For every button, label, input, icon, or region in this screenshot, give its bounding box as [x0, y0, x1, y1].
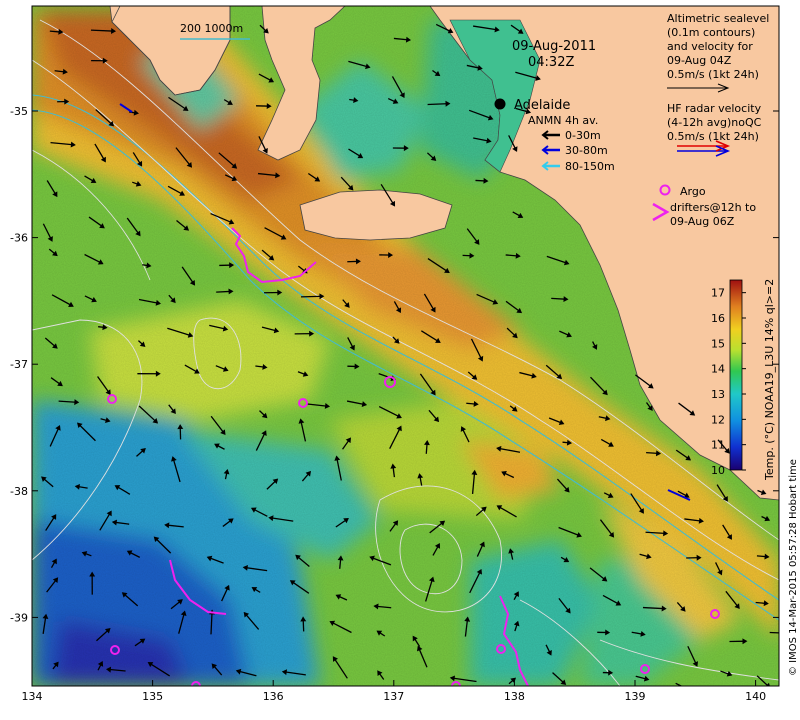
colorbar-tick-label: 17	[711, 287, 725, 300]
anmn-label-80-150m: 80-150m	[565, 160, 615, 173]
y-tick-label: -37	[10, 358, 28, 371]
colorbar-tick-label: 16	[711, 312, 725, 325]
imos-credit: © IMOS 14-Mar-2015 05:57:28 Hobart time	[788, 459, 799, 676]
argo-legend-line-2: drifters@12h to	[670, 201, 756, 214]
altimetric-line-1: Altimetric sealevel	[667, 12, 769, 25]
x-tick-label: 139	[625, 690, 646, 703]
x-tick-label: 140	[745, 690, 766, 703]
adelaide-marker	[494, 98, 506, 110]
colorbar-tick-label: 15	[711, 337, 725, 350]
sea-surface-temperature-map: Adelaide 09-Aug-2011 04:32Z 200 1000m Al…	[10, 5, 799, 703]
altimetric-line-2: (0.1m contours)	[667, 26, 755, 39]
x-tick-label: 134	[22, 690, 43, 703]
altimetric-line-4: 09-Aug 04Z	[667, 54, 732, 67]
altimetric-line-3: and velocity for	[667, 40, 753, 53]
velocity-arrow-head	[691, 690, 694, 693]
isobath-scale-label: 200 1000m	[180, 22, 243, 35]
colorbar-tick-label: 14	[711, 363, 725, 376]
adelaide-label: Adelaide	[514, 98, 570, 113]
argo-legend-line-3: 09-Aug 06Z	[670, 215, 735, 228]
x-tick-label: 138	[504, 690, 525, 703]
y-tick-label: -38	[10, 485, 28, 498]
x-tick-label: 136	[263, 690, 284, 703]
argo-legend-line-1: Argo	[680, 185, 706, 198]
colorbar-title: Temp. (°C) NOAA19_L3U 14% ql>=2	[763, 279, 776, 481]
y-tick-label: -39	[10, 611, 28, 624]
colorbar-tick-label: 13	[711, 388, 725, 401]
hf-radar-line-3: 0.5m/s (1kt 24h)	[667, 130, 759, 143]
colorbar-tick-label: 12	[711, 413, 725, 426]
x-tick-label: 137	[383, 690, 404, 703]
kangaroo-island	[299, 189, 453, 241]
altimetric-line-5: 0.5m/s (1kt 24h)	[667, 68, 759, 81]
colorbar-gradient	[729, 279, 743, 471]
anmn-label-0-30m: 0-30m	[565, 129, 601, 142]
date-label: 09-Aug-2011	[512, 39, 596, 54]
hf-radar-line-1: HF radar velocity	[667, 102, 762, 115]
time-label: 04:32Z	[528, 55, 574, 70]
colorbar-tick-label: 11	[711, 439, 725, 452]
anmn-legend-title: ANMN 4h av.	[528, 114, 598, 127]
anmn-label-30-80m: 30-80m	[565, 144, 608, 157]
y-tick-label: -35	[10, 105, 28, 118]
y-tick-label: -36	[10, 232, 28, 245]
hf-radar-line-2: (4-12h avg)noQC	[667, 116, 762, 129]
x-tick-label: 135	[142, 690, 163, 703]
colorbar-tick-label: 10	[711, 464, 725, 477]
